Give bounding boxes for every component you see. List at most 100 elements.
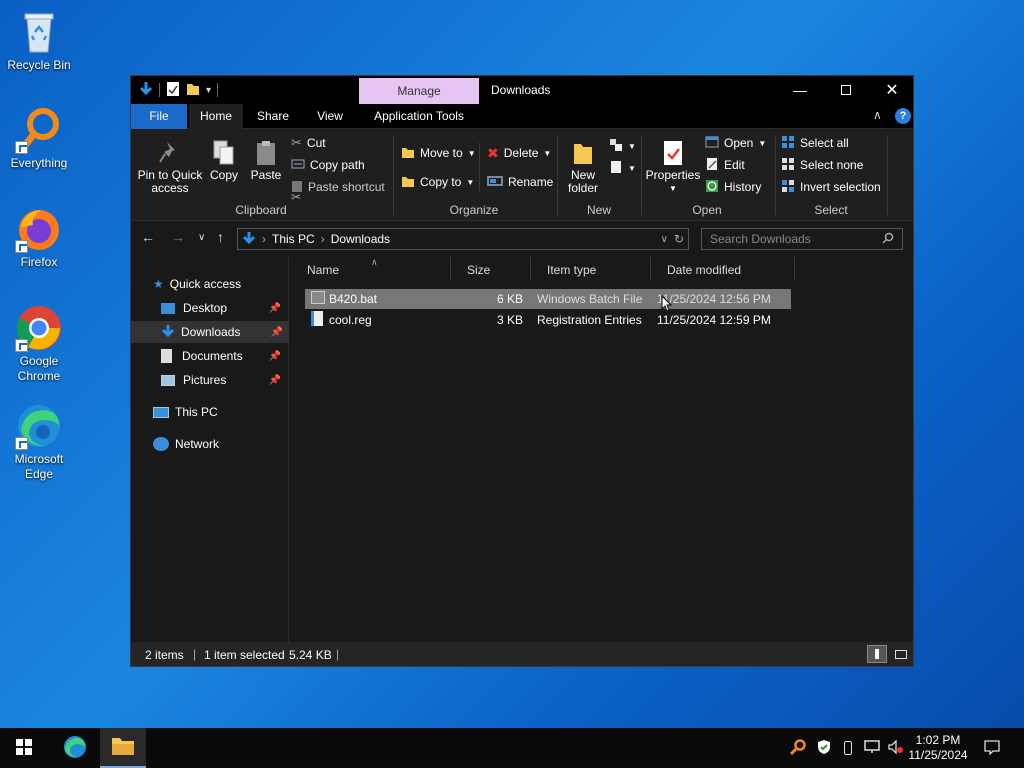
ribbon-tabs: File Home Share View Application Tools ∧… [131,104,913,129]
properties-qat-icon[interactable] [166,81,180,100]
file-row[interactable]: cool.reg 3 KB Registration Entries 11/25… [305,310,791,330]
tray-network[interactable] [860,728,884,768]
tab-file[interactable]: File [131,104,187,129]
forward-button[interactable]: → [171,229,185,245]
qat-dropdown-icon[interactable]: ▾ [206,85,211,96]
history-icon [705,179,719,196]
column-size[interactable]: Size [451,257,531,281]
tab-view[interactable]: View [303,104,357,129]
nav-documents[interactable]: Documents 📌 [161,345,287,367]
select-all-button[interactable]: Select all [781,134,849,152]
new-item-button[interactable]: ▼ [609,137,636,155]
nav-network[interactable]: Network [153,433,287,455]
delete-button[interactable]: ✖ Delete ▼ [487,144,551,162]
new-folder-qat-icon[interactable] [186,81,200,100]
paste-shortcut-button[interactable]: Paste shortcut [291,178,385,196]
edit-button[interactable]: Edit [705,156,745,174]
refresh-icon[interactable]: ↻ [674,232,684,246]
tab-home[interactable]: Home [189,104,243,129]
properties-button[interactable]: Properties ▼ [645,137,701,195]
taskbar-edge[interactable] [52,728,98,768]
status-divider: | [336,647,340,661]
tab-share[interactable]: Share [247,104,299,129]
nav-downloads[interactable]: Downloads 📌 [131,321,289,343]
details-view-icon [875,649,879,659]
file-date: 11/25/2024 12:56 PM [657,292,771,306]
address-dropdown-icon[interactable]: ∨ [661,234,668,245]
desktop-icon-label: Everything [10,156,68,170]
nav-quick-access[interactable]: ★ Quick access [153,273,287,295]
notification-center-button[interactable] [976,728,1008,768]
address-bar[interactable]: › This PC › Downloads ∨ ↻ [237,228,689,250]
search-placeholder: Search Downloads [710,232,811,246]
invert-selection-button[interactable]: Invert selection [781,178,881,196]
file-row[interactable]: B420.bat 6 KB Windows Batch File 11/25/2… [305,289,791,309]
taskbar-clock[interactable]: 1:02 PM 11/25/2024 [904,728,972,768]
tray-usb[interactable] [836,728,860,768]
recent-locations-button[interactable]: ∨ [198,232,205,243]
back-button[interactable]: ← [141,229,155,245]
search-box[interactable]: Search Downloads [701,228,903,250]
chevron-down-icon: ▼ [628,141,636,151]
tab-application-tools[interactable]: Application Tools [359,104,479,129]
column-name[interactable]: Name ∧ [291,257,451,281]
select-none-button[interactable]: Select none [781,156,863,174]
desktop-icon-firefox[interactable]: Firefox [4,205,74,270]
copy-to-button[interactable]: Copy to ▼ [401,173,474,191]
folder-icon [111,736,135,759]
chrome-icon [15,304,63,352]
column-label: Item type [547,263,597,277]
easy-access-button[interactable]: ▼ [609,159,636,177]
ribbon-separator [887,135,888,215]
desktop-icon-edge[interactable]: Microsoft Edge [4,402,74,482]
tray-security[interactable] [812,728,836,768]
rename-button[interactable]: Rename [487,173,553,191]
minimize-button[interactable]: — [777,76,823,104]
cut-small-button[interactable]: ✂ Cut [291,134,326,152]
large-icons-view-button[interactable] [891,645,911,663]
nav-this-pc[interactable]: This PC [153,401,287,423]
up-button[interactable]: ↑ [217,229,224,245]
chevron-down-icon: ▼ [543,148,552,158]
nav-desktop[interactable]: Desktop 📌 [161,297,287,319]
new-folder-button[interactable]: New folder [563,137,603,195]
status-bar: 2 items | 1 item selected 5.24 KB | [131,642,913,666]
details-view-button[interactable] [867,645,887,663]
delete-label: Delete [503,146,539,160]
file-size: 3 KB [496,313,523,327]
breadcrumb-downloads[interactable]: Downloads [331,232,390,246]
nav-pictures[interactable]: Pictures 📌 [161,369,287,391]
desktop-icon-recycle-bin[interactable]: Recycle Bin [4,8,74,73]
manage-context-tab[interactable]: Manage [359,78,479,104]
paste-icon [247,137,285,169]
paste-button[interactable]: Paste [247,137,285,182]
help-icon[interactable]: ? [895,108,911,124]
pin-to-quick-access-button[interactable]: Pin to Quick access [137,137,203,195]
open-button[interactable]: Open ▼ [705,134,766,152]
column-item-type[interactable]: Item type [531,257,651,281]
collapse-ribbon-icon[interactable]: ∧ [873,108,882,122]
history-button[interactable]: History [705,178,761,196]
maximize-button[interactable] [823,76,869,104]
paste-shortcut-icon [291,179,303,196]
everything-search-icon [789,738,806,758]
copy-path-button[interactable]: Copy path [291,156,365,174]
column-date-modified[interactable]: Date modified [651,257,795,281]
move-to-button[interactable]: Move to ▼ [401,144,476,162]
close-button[interactable]: ✕ [869,76,915,104]
desktop-icon-everything[interactable]: Everything [4,106,74,171]
network-icon [864,739,880,757]
taskbar-file-explorer[interactable] [100,728,146,768]
ribbon-separator [557,135,558,215]
desktop-icon-chrome[interactable]: Google Chrome [4,304,74,384]
desktop-icon-label: Microsoft Edge [14,452,64,481]
file-type: Windows Batch File [537,292,643,306]
breadcrumb-this-pc[interactable]: This PC [272,232,315,246]
title-bar[interactable]: ▾ Manage Downloads — ✕ [131,76,913,104]
copy-button[interactable]: Copy [207,137,241,182]
tray-everything[interactable] [786,728,810,768]
start-button[interactable] [0,728,48,768]
copy-to-label: Copy to [420,175,462,189]
select-none-icon [781,157,795,174]
select-group-label: Select [814,203,848,217]
